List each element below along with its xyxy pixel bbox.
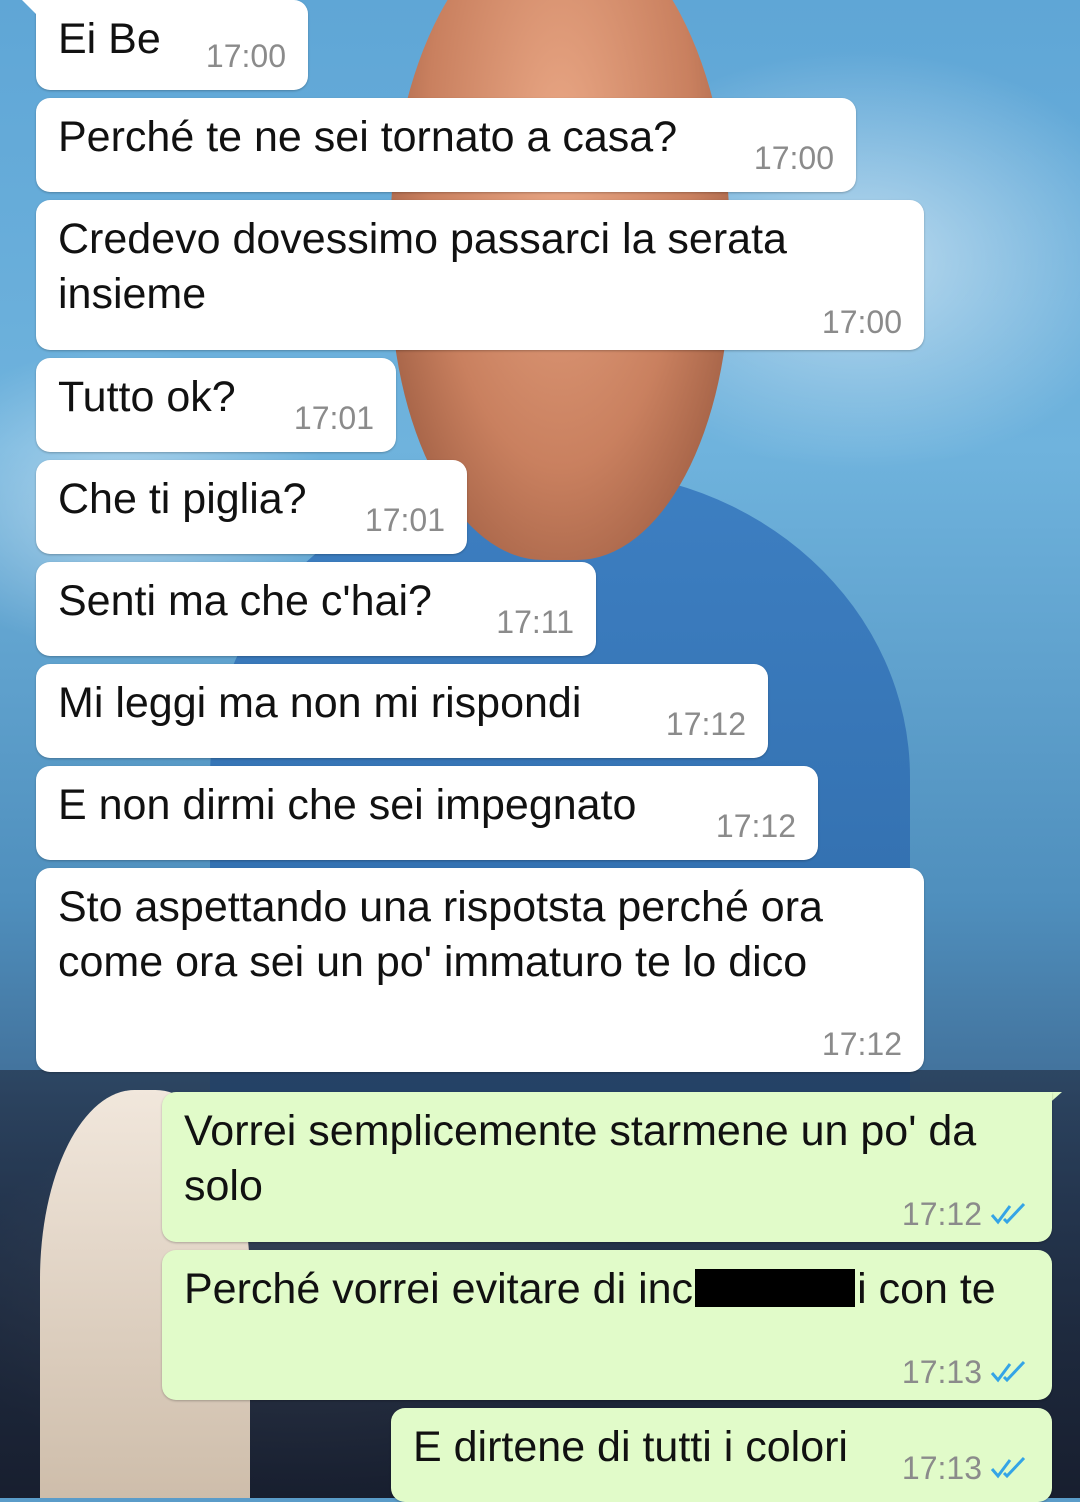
message-time: 17:12: [821, 1026, 902, 1062]
double-check-read-icon: [990, 1360, 1026, 1383]
message-text-part: Perché vorrei evitare di inc: [184, 1265, 694, 1313]
message-time: 17:01: [293, 400, 374, 436]
message-time: 17:13: [901, 1354, 982, 1390]
redaction-bar: [695, 1269, 856, 1307]
message-time: 17:00: [205, 38, 286, 74]
message-text: Mi leggi ma non mi rispondi: [58, 679, 582, 727]
double-check-read-icon: [990, 1456, 1026, 1479]
message-time: 17:12: [715, 808, 796, 844]
message-time: 17:13: [901, 1450, 982, 1486]
incoming-message[interactable]: Perché te ne sei tornato a casa? 17:00: [36, 98, 856, 192]
message-text: E non dirmi che sei impegnato: [58, 781, 637, 829]
incoming-message[interactable]: Mi leggi ma non mi rispondi 17:12: [36, 664, 768, 758]
incoming-message[interactable]: Ei Be 17:00: [22, 0, 308, 90]
message-text-part: i con te: [857, 1265, 996, 1313]
message-time: 17:12: [665, 706, 746, 742]
outgoing-message[interactable]: Vorrei semplicemente starmene un po' da …: [162, 1092, 1052, 1242]
incoming-message[interactable]: Credevo dovessimo passarci la serata ins…: [36, 200, 924, 350]
message-time: 17:00: [753, 140, 834, 176]
incoming-message[interactable]: E non dirmi che sei impegnato 17:12: [36, 766, 818, 860]
incoming-message[interactable]: Tutto ok? 17:01: [36, 358, 396, 452]
message-time: 17:00: [821, 304, 902, 340]
message-text: Vorrei semplicemente starmene un po' da …: [184, 1107, 989, 1210]
message-text: Perché te ne sei tornato a casa?: [58, 113, 678, 161]
double-check-read-icon: [990, 1202, 1026, 1225]
outgoing-message[interactable]: E dirtene di tutti i colori 17:13: [391, 1408, 1052, 1502]
message-time: 17:12: [901, 1196, 982, 1232]
incoming-message[interactable]: Che ti piglia? 17:01: [36, 460, 467, 554]
incoming-message[interactable]: Senti ma che c'hai? 17:11: [36, 562, 596, 656]
outgoing-message[interactable]: Perché vorrei evitare di inc i con te 17:…: [162, 1250, 1052, 1400]
message-time: 17:01: [364, 502, 445, 538]
message-text: Sto aspettando una rispotsta perché ora …: [58, 883, 835, 986]
message-text: Credevo dovessimo passarci la serata ins…: [58, 215, 799, 318]
message-time: 17:11: [496, 604, 574, 640]
incoming-message[interactable]: Sto aspettando una rispotsta perché ora …: [36, 868, 924, 1072]
message-text: Perché vorrei evitare di inc i con te: [184, 1262, 1030, 1317]
